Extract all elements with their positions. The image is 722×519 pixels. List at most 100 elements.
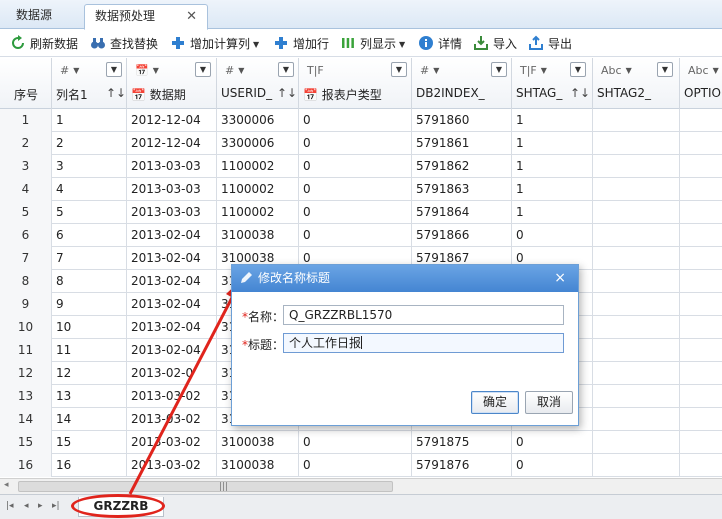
table-row[interactable]: 15 15 2013-03-02 3100038 0 5791875 0 bbox=[0, 431, 722, 454]
sort-icon[interactable]: ↑↓ bbox=[106, 86, 126, 100]
table-cell[interactable]: 1 bbox=[512, 132, 593, 155]
table-cell[interactable]: 2013-02-04 bbox=[127, 293, 217, 316]
table-cell[interactable]: 5 bbox=[52, 201, 127, 224]
table-cell[interactable]: 2013-03-02 bbox=[127, 431, 217, 454]
header-db2index[interactable]: # ▼ ▼ DB2INDEX_ bbox=[412, 58, 512, 109]
table-cell[interactable]: 3100038 bbox=[217, 431, 299, 454]
table-cell[interactable]: 15 bbox=[52, 431, 127, 454]
table-cell[interactable] bbox=[593, 109, 680, 132]
table-cell[interactable] bbox=[593, 132, 680, 155]
table-cell[interactable]: 0 bbox=[299, 132, 412, 155]
first-sheet-icon[interactable]: |◂ bbox=[6, 501, 14, 511]
table-row[interactable]: 3 3 2013-03-03 1100002 0 5791862 1 bbox=[0, 155, 722, 178]
ok-button[interactable]: 确定 bbox=[471, 391, 519, 414]
table-cell[interactable] bbox=[593, 155, 680, 178]
table-cell[interactable]: 13 bbox=[52, 385, 127, 408]
filter-dropdown-icon[interactable]: ▼ bbox=[491, 62, 507, 77]
table-cell[interactable] bbox=[680, 109, 722, 132]
close-icon[interactable]: ✕ bbox=[186, 5, 197, 28]
header-report-type[interactable]: T|F ▼ 📅 报表户类型 bbox=[299, 58, 412, 109]
table-cell[interactable] bbox=[593, 316, 680, 339]
export-button[interactable]: 导出 bbox=[528, 34, 572, 54]
table-cell[interactable]: 0 bbox=[299, 155, 412, 178]
table-cell[interactable] bbox=[593, 201, 680, 224]
table-cell[interactable] bbox=[680, 316, 722, 339]
table-cell[interactable]: 5791860 bbox=[412, 109, 512, 132]
table-row[interactable]: 16 16 2013-03-02 3100038 0 5791876 0 bbox=[0, 454, 722, 477]
table-cell[interactable]: 0 bbox=[299, 454, 412, 477]
add-calc-column-button[interactable]: 增加计算列 ▼ bbox=[170, 34, 259, 54]
table-cell[interactable]: 5791875 bbox=[412, 431, 512, 454]
sort-icon[interactable]: ↑↓ bbox=[277, 86, 297, 100]
table-cell[interactable]: 5791863 bbox=[412, 178, 512, 201]
table-cell[interactable]: 1 bbox=[512, 155, 593, 178]
table-cell[interactable]: 2013-02-04 bbox=[127, 247, 217, 270]
table-cell[interactable]: 0 bbox=[299, 201, 412, 224]
table-cell[interactable] bbox=[593, 247, 680, 270]
table-cell[interactable]: 6 bbox=[52, 224, 127, 247]
table-cell[interactable] bbox=[680, 362, 722, 385]
prev-sheet-icon[interactable]: ◂ bbox=[24, 501, 29, 511]
header-shtag2[interactable]: Abc ▼ ▼ SHTAG2_ bbox=[593, 58, 680, 109]
table-cell[interactable]: 1100002 bbox=[217, 155, 299, 178]
header-shtag[interactable]: T|F ▼ ▼ SHTAG_ ↑↓ bbox=[512, 58, 593, 109]
table-cell[interactable] bbox=[680, 247, 722, 270]
table-cell[interactable]: 2013-03-02 bbox=[127, 385, 217, 408]
header-userid[interactable]: # ▼ ▼ USERID_ ↑↓ bbox=[217, 58, 299, 109]
table-cell[interactable]: 11 bbox=[52, 339, 127, 362]
table-cell[interactable] bbox=[593, 385, 680, 408]
details-button[interactable]: 详情 bbox=[418, 34, 462, 54]
table-cell[interactable]: 2013-02-0 bbox=[127, 362, 217, 385]
cancel-button[interactable]: 取消 bbox=[525, 391, 573, 414]
table-row[interactable]: 2 2 2012-12-04 3300006 0 5791861 1 bbox=[0, 132, 722, 155]
sort-icon[interactable]: ↑↓ bbox=[570, 86, 590, 100]
table-cell[interactable]: 0 bbox=[512, 224, 593, 247]
column-display-button[interactable]: 列显示 ▼ bbox=[340, 34, 405, 54]
table-cell[interactable]: 16 bbox=[52, 454, 127, 477]
header-index[interactable]: 序号 bbox=[0, 58, 52, 109]
table-cell[interactable] bbox=[680, 155, 722, 178]
add-row-button[interactable]: 增加行 bbox=[273, 34, 329, 54]
last-sheet-icon[interactable]: ▸| bbox=[52, 501, 60, 511]
table-cell[interactable]: 1100002 bbox=[217, 201, 299, 224]
filter-dropdown-icon[interactable]: ▼ bbox=[195, 62, 211, 77]
table-cell[interactable]: 2013-03-03 bbox=[127, 155, 217, 178]
table-cell[interactable]: 12 bbox=[52, 362, 127, 385]
find-replace-button[interactable]: 查找替换 bbox=[90, 34, 158, 54]
table-cell[interactable]: 2013-02-04 bbox=[127, 339, 217, 362]
table-cell[interactable]: 3 bbox=[52, 155, 127, 178]
filter-dropdown-icon[interactable]: ▼ bbox=[391, 62, 407, 77]
table-cell[interactable]: 8 bbox=[52, 270, 127, 293]
table-cell[interactable]: 1 bbox=[512, 109, 593, 132]
table-cell[interactable]: 2012-12-04 bbox=[127, 132, 217, 155]
table-cell[interactable]: 1 bbox=[512, 178, 593, 201]
tab-datasource[interactable]: 数据源 bbox=[6, 4, 62, 29]
table-cell[interactable] bbox=[680, 293, 722, 316]
table-cell[interactable]: 5791876 bbox=[412, 454, 512, 477]
table-cell[interactable]: 5791861 bbox=[412, 132, 512, 155]
table-cell[interactable] bbox=[593, 178, 680, 201]
scroll-left-icon[interactable]: ◂ bbox=[4, 480, 9, 490]
scrollbar-thumb[interactable]: ||| bbox=[18, 481, 393, 492]
table-cell[interactable] bbox=[593, 270, 680, 293]
table-row[interactable]: 6 6 2013-02-04 3100038 0 5791866 0 bbox=[0, 224, 722, 247]
table-cell[interactable]: 2013-02-04 bbox=[127, 224, 217, 247]
table-cell[interactable]: 14 bbox=[52, 408, 127, 431]
table-cell[interactable]: 2012-12-04 bbox=[127, 109, 217, 132]
table-cell[interactable]: 1 bbox=[512, 201, 593, 224]
table-cell[interactable]: 4 bbox=[52, 178, 127, 201]
table-cell[interactable]: 0 bbox=[299, 178, 412, 201]
filter-dropdown-icon[interactable]: ▼ bbox=[278, 62, 294, 77]
filter-dropdown-icon[interactable]: ▼ bbox=[570, 62, 586, 77]
table-cell[interactable] bbox=[593, 454, 680, 477]
table-cell[interactable]: 2013-03-03 bbox=[127, 201, 217, 224]
table-cell[interactable] bbox=[593, 339, 680, 362]
table-cell[interactable] bbox=[680, 408, 722, 431]
refresh-button[interactable]: 刷新数据 bbox=[10, 34, 78, 54]
table-cell[interactable] bbox=[593, 362, 680, 385]
table-cell[interactable]: 2013-03-02 bbox=[127, 454, 217, 477]
table-cell[interactable] bbox=[680, 224, 722, 247]
table-cell[interactable]: 0 bbox=[512, 431, 593, 454]
table-cell[interactable]: 0 bbox=[299, 431, 412, 454]
table-cell[interactable]: 3100038 bbox=[217, 454, 299, 477]
